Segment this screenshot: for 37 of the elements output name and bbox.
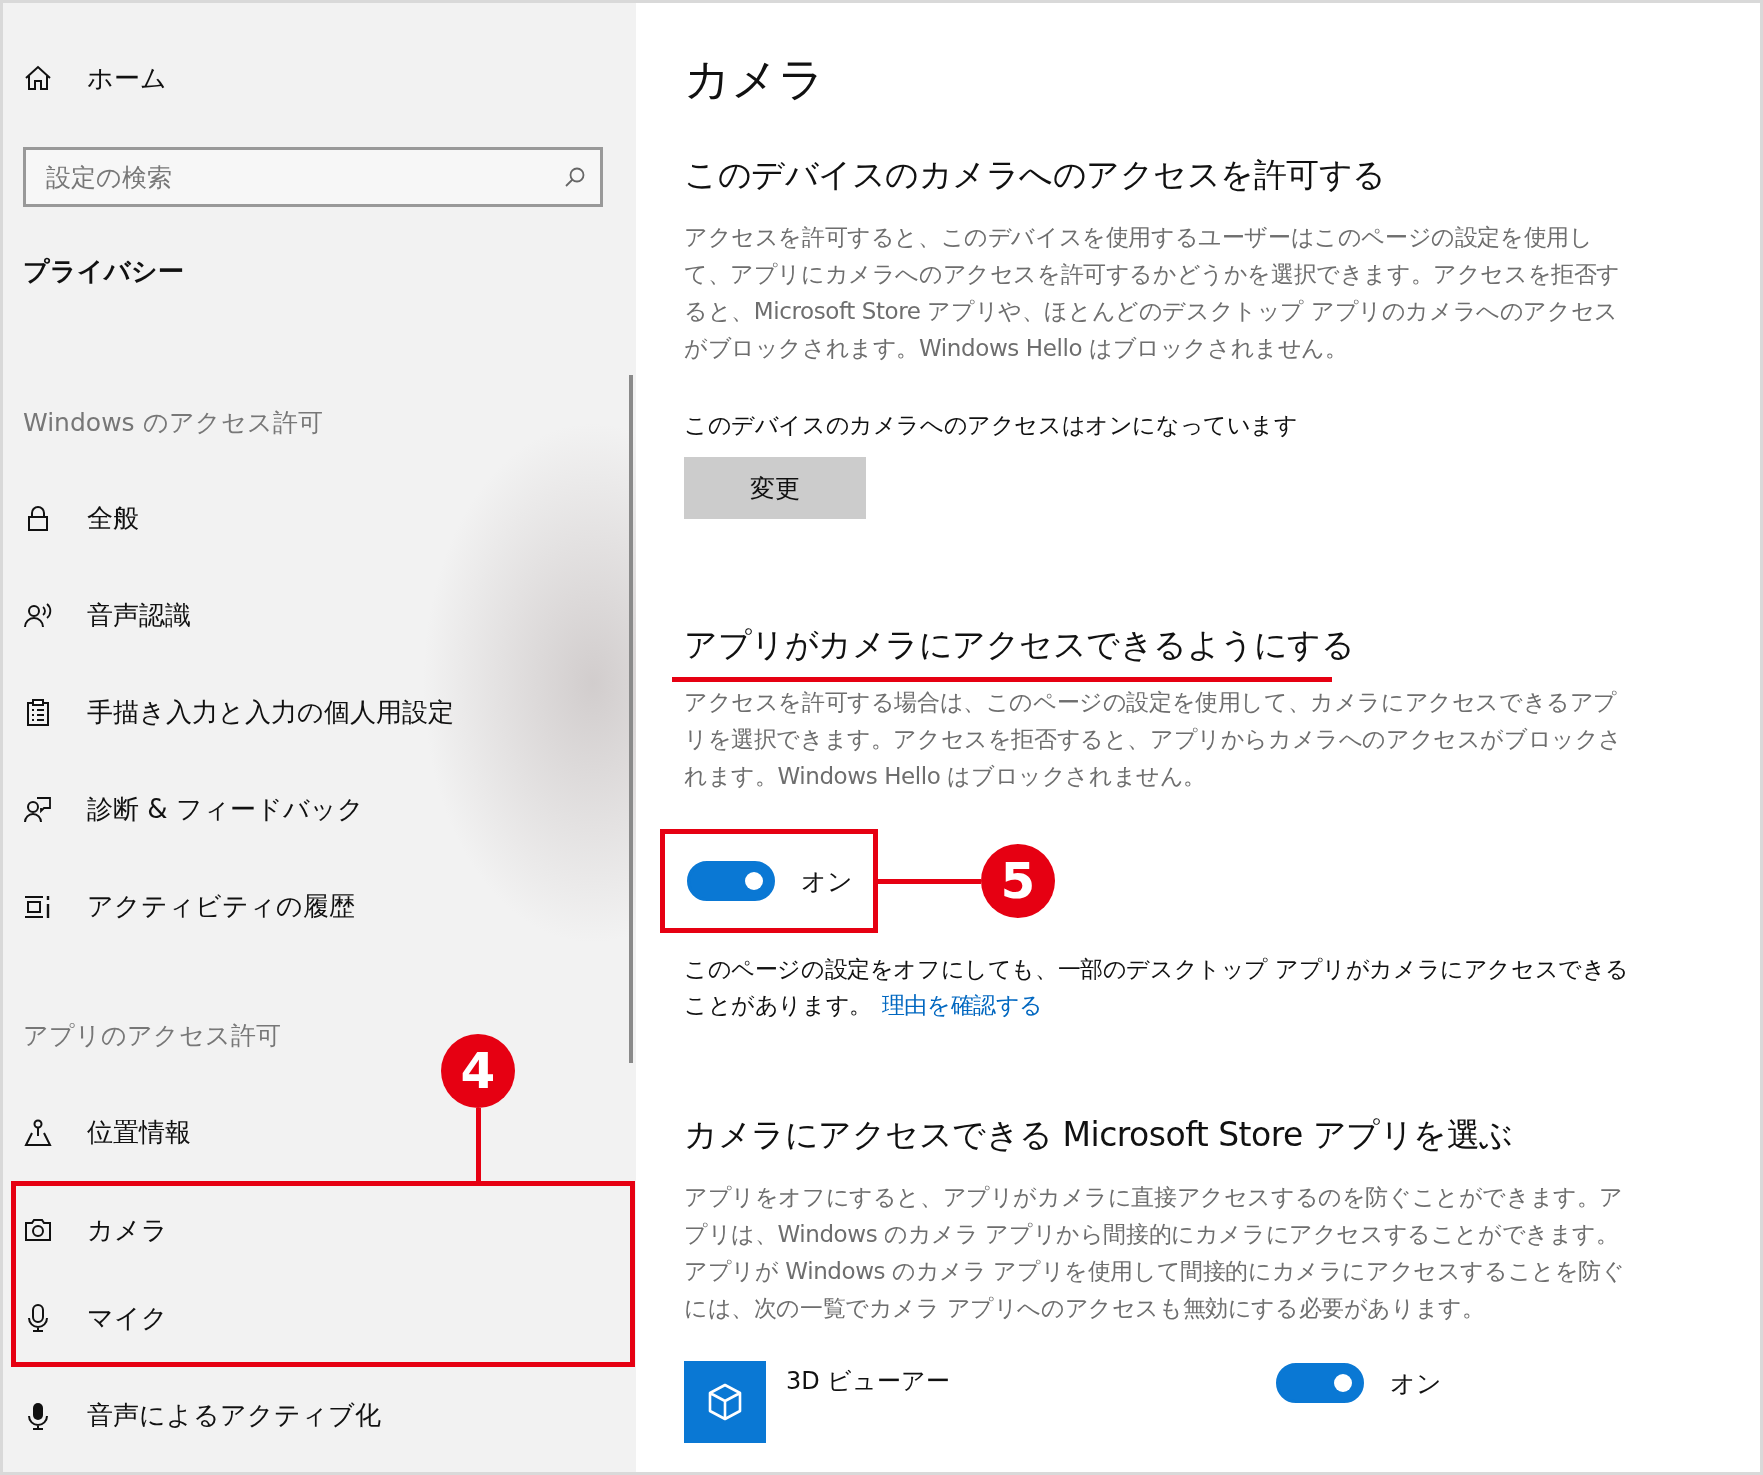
scrollbar[interactable] xyxy=(629,375,633,1063)
toggle-label: オン xyxy=(1390,1367,1442,1400)
toggle-label: オン xyxy=(801,865,853,898)
search-icon xyxy=(563,165,587,189)
number-badge: 5 xyxy=(981,844,1055,918)
nav-item[interactable]: アクティビティの履歴 xyxy=(23,858,636,955)
nav-item[interactable]: 音声認識 xyxy=(23,567,636,664)
nav-item[interactable]: 手描き入力と入力の個人用設定 xyxy=(23,664,636,761)
home-link[interactable]: ホーム xyxy=(87,60,167,96)
search-field[interactable]: 設定の検索 xyxy=(23,147,603,207)
note-text: このページの設定をオフにしても、一部のデスクトップ アプリがカメラにアクセスできることがあります。 理由を確認する xyxy=(684,955,1629,1020)
section-heading: アプリがカメラにアクセスできるようにする xyxy=(684,624,1355,666)
nav-item[interactable]: 診断 & フィードバック xyxy=(23,761,636,858)
toggle-switch[interactable] xyxy=(687,861,775,901)
description-text: アクセスを許可すると、このデバイスを使用するユーザーはこのページの設定を使用して、アプリにカメラへのアクセスを許可するかどうかを選択できます。アクセスを拒否すると、Microsoft Store アプリや、ほとんどのデスクトップ アプリのカメラへのアクセスがブロックされます。Windows Hello はブロックされません。 xyxy=(684,223,1621,363)
nav-item[interactable]: 全般 xyxy=(23,470,636,567)
page-title: カメラ xyxy=(684,51,826,108)
home-icon xyxy=(23,63,53,93)
feedback-icon xyxy=(23,794,53,825)
description-text: アクセスを許可する場合は、このページの設定を使用して、カメラにアクセスできるアプリを選択できます。アクセスを拒否すると、アプリからカメラへのアクセスがブロックされます。Windows Hello はブロックされません。 xyxy=(684,688,1623,791)
section-title: プライバシー xyxy=(23,255,185,288)
nav-item[interactable]: 音声によるアクティブ化 xyxy=(23,1367,636,1464)
cube-app-icon xyxy=(684,1361,766,1443)
app-name: 3D ビューアー xyxy=(786,1366,952,1397)
nav-item[interactable]: マイク xyxy=(23,1274,630,1362)
change-button[interactable]: 変更 xyxy=(684,457,866,519)
toggle-switch[interactable] xyxy=(1276,1363,1364,1403)
number-badge: 4 xyxy=(441,1034,515,1108)
status-text: このデバイスのカメラへのアクセスはオンになっています xyxy=(684,411,1299,440)
group-heading: Windows のアクセス許可 xyxy=(23,407,324,439)
section-heading: このデバイスのカメラへのアクセスを許可する xyxy=(684,154,1387,196)
section-heading: カメラにアクセスできる Microsoft Store アプリを選ぶ xyxy=(684,1114,1514,1156)
location-icon xyxy=(23,1117,53,1148)
group-heading: アプリのアクセス許可 xyxy=(23,1020,282,1052)
description-text: アプリをオフにすると、アプリがカメラに直接アクセスするのを防ぐことができます。アプリは、Windows のカメラ アプリから間接的にカメラにアクセスすることができます。アプリが Windows のカメラ アプリを使用して間接的にカメラにアクセスすることを防ぐには、次の一覧でカメラ アプリへのアクセスも無効にする必要があります。 xyxy=(684,1183,1626,1323)
reason-link[interactable]: 理由を確認する xyxy=(881,992,1043,1018)
nav-item[interactable]: カメラ xyxy=(23,1186,630,1274)
